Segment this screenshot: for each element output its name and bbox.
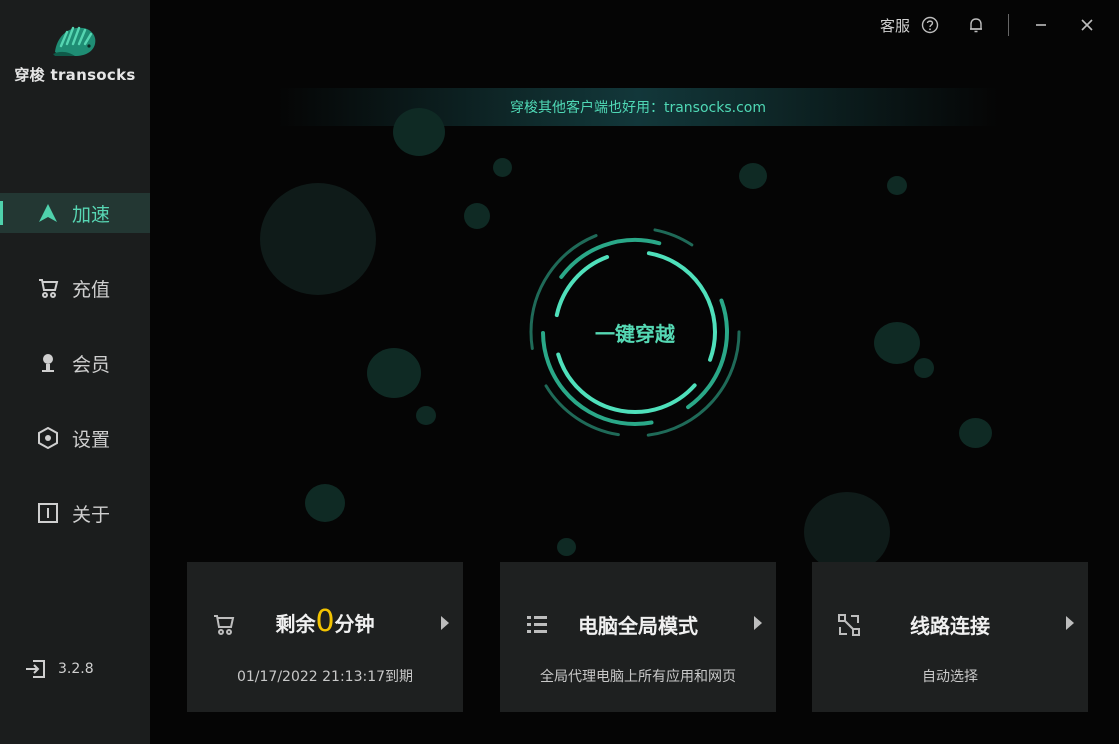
caret-right-icon[interactable] — [1066, 616, 1074, 630]
remaining-time-card[interactable]: 剩余0分钟 01/17/2022 21:13:17到期 — [187, 562, 463, 712]
help-icon[interactable] — [918, 13, 942, 37]
promo-banner[interactable]: 穿梭其他客户端也好用：transocks.com — [278, 88, 998, 126]
sidebar-item-label: 设置 — [72, 428, 111, 451]
hexagon-icon — [36, 426, 60, 450]
caret-right-icon[interactable] — [754, 616, 762, 630]
proxy-mode-title: 电脑全局模式 — [578, 614, 698, 638]
one-click-label: 一键穿越 — [595, 321, 675, 346]
bubble-decoration — [959, 418, 992, 448]
bell-icon[interactable] — [964, 13, 988, 37]
sidebar-item-label: 会员 — [72, 353, 111, 376]
route-title: 线路连接 — [910, 614, 990, 638]
titlebar: 客服 — [880, 0, 1099, 50]
titlebar-divider — [1008, 14, 1009, 36]
bubble-decoration — [874, 322, 920, 364]
app-name: 穿梭 transocks — [14, 66, 136, 84]
sidebar-item-about[interactable]: 关于 — [0, 493, 150, 533]
proxy-mode-subtitle: 全局代理电脑上所有应用和网页 — [540, 669, 736, 685]
banner-text: 穿梭其他客户端也好用：transocks.com — [509, 100, 766, 116]
sidebar: 穿梭 transocks 加速 充值 会员 设置 关于 3.2.8 — [0, 0, 150, 744]
sidebar-item-label: 关于 — [72, 503, 111, 526]
customer-service-link[interactable]: 客服 — [880, 15, 910, 36]
bubble-decoration — [887, 176, 907, 195]
one-click-button[interactable]: 一键穿越 — [527, 222, 743, 442]
bubble-decoration — [464, 203, 490, 229]
remaining-prefix: 剩余 — [275, 612, 316, 636]
route-card[interactable]: 线路连接 自动选择 — [812, 562, 1088, 712]
bubble-decoration — [914, 358, 934, 378]
bubble-decoration — [493, 158, 512, 177]
cart-icon — [36, 276, 60, 300]
sidebar-item-settings[interactable]: 设置 — [0, 418, 150, 458]
bubble-decoration — [739, 163, 767, 189]
sidebar-item-label: 加速 — [72, 203, 111, 226]
sidebar-nav: 加速 充值 会员 设置 关于 — [0, 193, 150, 568]
bubble-decoration — [260, 183, 376, 295]
member-icon — [36, 351, 60, 375]
remaining-minutes: 0 — [315, 604, 335, 639]
sidebar-item-recharge[interactable]: 充值 — [0, 268, 150, 308]
bubble-decoration — [367, 348, 421, 398]
bubble-decoration — [305, 484, 345, 522]
sidebar-item-member[interactable]: 会员 — [0, 343, 150, 383]
app-logo: 穿梭 transocks — [0, 22, 150, 85]
minimize-icon[interactable] — [1029, 13, 1053, 37]
remaining-time-title: 剩余0分钟 — [187, 604, 463, 639]
sidebar-item-label: 充值 — [72, 278, 111, 301]
version-area: 3.2.8 — [24, 657, 94, 681]
bubble-decoration — [557, 538, 576, 556]
proxy-mode-card[interactable]: 电脑全局模式 全局代理电脑上所有应用和网页 — [500, 562, 776, 712]
bubble-decoration — [804, 492, 890, 572]
sidebar-item-accelerate[interactable]: 加速 — [0, 193, 150, 233]
expiry-date: 01/17/2022 21:13:17到期 — [236, 669, 414, 685]
route-subtitle: 自动选择 — [922, 669, 978, 685]
version-label: 3.2.8 — [58, 661, 94, 677]
logout-icon[interactable] — [24, 657, 48, 681]
close-icon[interactable] — [1075, 13, 1099, 37]
info-icon — [36, 501, 60, 525]
caret-right-icon[interactable] — [441, 616, 449, 630]
hedgehog-logo-icon — [53, 26, 96, 56]
bubble-decoration — [416, 406, 436, 425]
bubble-decoration — [393, 108, 445, 156]
arrow-up-icon — [36, 201, 60, 225]
remaining-suffix: 分钟 — [334, 612, 375, 636]
